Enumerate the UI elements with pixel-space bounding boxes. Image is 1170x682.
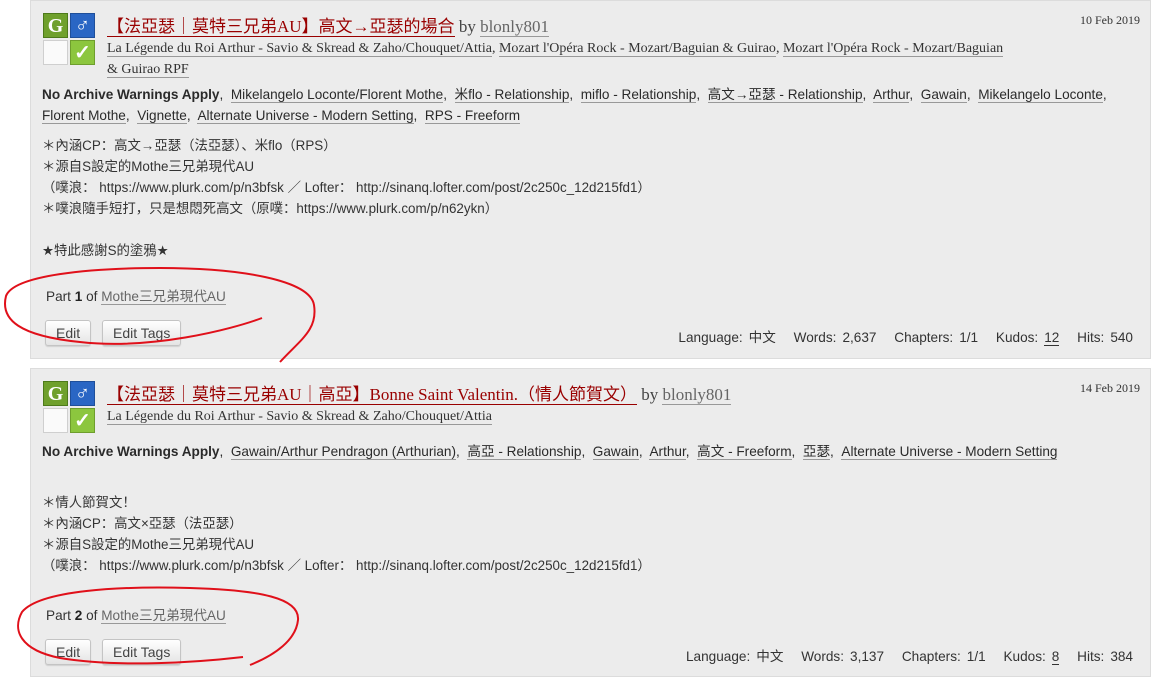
required-tags-icons: G ♂ ✓ [43, 381, 97, 435]
language-label: Language: [678, 330, 743, 345]
fandom-list: La Légende du Roi Arthur - Savio & Skrea… [107, 406, 1007, 427]
summary-line: （噗浪： https://www.plurk.com/p/n3bfsk ／ Lo… [42, 180, 651, 195]
complete-work-icon[interactable]: ✓ [70, 40, 95, 65]
warning-tag[interactable]: No Archive Warnings Apply [42, 444, 220, 459]
author-link[interactable]: blonly801 [480, 17, 550, 37]
summary-line: ★特此感謝S的塗鴉★ [42, 243, 169, 258]
complete-work-icon[interactable]: ✓ [70, 408, 95, 433]
summary-line: ＊內涵CP：高文→亞瑟（法亞瑟）、米flo（RPS） [42, 138, 337, 153]
work-stats: Language: 中文 Words: 2,637 Chapters: 1/1 Kud… [678, 326, 1133, 346]
relationship-tag[interactable]: 高文→亞瑟 - Relationship [707, 87, 863, 103]
kudos-link[interactable]: 12 [1044, 330, 1060, 346]
work-title-link[interactable]: 【法亞瑟｜莫特三兄弟AU｜高亞】Bonne Saint Valentin.（情人… [107, 385, 637, 405]
summary-line: （噗浪： https://www.plurk.com/p/n3bfsk ／ Lo… [42, 558, 651, 573]
fandom-link[interactable]: La Légende du Roi Arthur - Savio & Skrea… [107, 409, 492, 425]
chapters-label: Chapters: [894, 330, 954, 345]
chapters-label: Chapters: [901, 649, 961, 664]
series-link[interactable]: Mothe三兄弟現代AU [101, 608, 226, 624]
work-blurb-1: G ♂ ✓ 【法亞瑟｜莫特三兄弟AU】高文→亞瑟的場合 by blonly801… [30, 0, 1151, 359]
character-tag[interactable]: Florent Mothe [42, 108, 126, 124]
hits-value: 384 [1110, 649, 1133, 664]
relationship-tag[interactable]: 高亞 - Relationship [467, 444, 582, 460]
author-link[interactable]: blonly801 [662, 385, 732, 405]
character-tag[interactable]: Arthur [649, 444, 686, 460]
summary-line: ＊源自S設定的Mothe三兄弟現代AU [42, 537, 255, 552]
edit-tags-button[interactable]: Edit Tags [102, 639, 182, 665]
relationship-tag[interactable]: 米flo - Relationship [454, 87, 570, 103]
summary-line: ＊噗浪隨手短打，只是想悶死高文（原噗：https://www.plurk.com… [42, 201, 499, 216]
part-number: 1 [74, 289, 83, 304]
hits-label: Hits: [1077, 330, 1105, 345]
work-heading: 【法亞瑟｜莫特三兄弟AU】高文→亞瑟的場合 by blonly801 [107, 12, 550, 37]
category-mm-icon[interactable]: ♂ [70, 13, 95, 38]
language-value: 中文 [756, 649, 784, 664]
freeform-tag[interactable]: Vignette [137, 108, 187, 124]
kudos-label: Kudos: [1003, 649, 1046, 664]
words-value: 2,637 [842, 330, 877, 345]
words-label: Words: [801, 649, 845, 664]
fandom-link[interactable]: La Légende du Roi Arthur - Savio & Skrea… [107, 41, 492, 57]
character-tag[interactable]: Gawain [920, 87, 967, 103]
freeform-tag[interactable]: 亞瑟 [802, 444, 831, 460]
of-label: of [86, 289, 98, 304]
freeform-tag[interactable]: 高文 - Freeform [697, 444, 792, 460]
freeform-tag[interactable]: RPS - Freeform [424, 108, 521, 124]
work-heading: 【法亞瑟｜莫特三兄弟AU｜高亞】Bonne Saint Valentin.（情人… [107, 380, 732, 405]
words-value: 3,137 [850, 649, 885, 664]
work-date: 10 Feb 2019 [1080, 13, 1140, 27]
warning-tag[interactable]: No Archive Warnings Apply [42, 87, 220, 102]
language-label: Language: [685, 649, 751, 664]
series-info: Part 1 of Mothe三兄弟現代AU [46, 285, 226, 305]
work-date: 14 Feb 2019 [1080, 381, 1140, 395]
character-tag[interactable]: Mikelangelo Loconte [978, 87, 1103, 103]
tag-list: No Archive Warnings Apply, Gawain/Arthur… [42, 444, 1058, 460]
summary-line: ＊情人節賀文！ [42, 495, 136, 510]
series-link[interactable]: Mothe三兄弟現代AU [101, 289, 226, 305]
fandom-link[interactable]: Mozart l'Opéra Rock - Mozart/Baguian & G… [498, 41, 776, 57]
fandom-list: La Légende du Roi Arthur - Savio & Skrea… [107, 41, 1004, 78]
language-value: 中文 [748, 330, 776, 345]
summary-line: ＊內涵CP：高文×亞瑟（法亞瑟） [42, 516, 243, 531]
series-info: Part 2 of Mothe三兄弟現代AU [46, 604, 226, 624]
required-tags-icons: G ♂ ✓ [43, 13, 97, 67]
words-label: Words: [793, 330, 837, 345]
by-label: by [458, 17, 476, 36]
category-mm-icon[interactable]: ♂ [70, 381, 95, 406]
kudos-label: Kudos: [995, 330, 1039, 345]
kudos-link[interactable]: 8 [1051, 649, 1060, 665]
character-tag[interactable]: Arthur [873, 87, 910, 103]
summary-line [42, 219, 1132, 240]
work-summary: ＊情人節賀文！ ＊內涵CP：高文×亞瑟（法亞瑟） ＊源自S設定的Mothe三兄弟… [42, 492, 1132, 576]
relationship-tag[interactable]: Mikelangelo Loconte/Florent Mothe [230, 87, 444, 103]
chapters-value: 1/1 [959, 330, 979, 345]
part-label: Part [46, 289, 71, 304]
part-label: Part [46, 608, 71, 623]
freeform-tag[interactable]: Alternate Universe - Modern Setting [841, 444, 1058, 460]
freeform-tag[interactable]: Alternate Universe - Modern Setting [197, 108, 414, 124]
part-number: 2 [74, 608, 83, 623]
of-label: of [86, 608, 98, 623]
warning-none-icon[interactable] [43, 408, 68, 433]
hits-label: Hits: [1077, 649, 1105, 664]
work-title-link[interactable]: 【法亞瑟｜莫特三兄弟AU】高文→亞瑟的場合 [107, 17, 455, 37]
by-label: by [641, 385, 659, 404]
work-blurb-2: G ♂ ✓ 【法亞瑟｜莫特三兄弟AU｜高亞】Bonne Saint Valent… [30, 368, 1151, 677]
edit-button[interactable]: Edit [45, 320, 92, 346]
hits-value: 540 [1110, 330, 1133, 345]
character-tag[interactable]: Gawain [592, 444, 639, 460]
work-summary: ＊內涵CP：高文→亞瑟（法亞瑟）、米flo（RPS） ＊源自S設定的Mothe三… [42, 135, 1132, 261]
edit-tags-button[interactable]: Edit Tags [102, 320, 182, 346]
edit-button[interactable]: Edit [45, 639, 92, 665]
tag-list: No Archive Warnings Apply, Mikelangelo L… [42, 87, 1111, 124]
warning-none-icon[interactable] [43, 40, 68, 65]
relationship-tag[interactable]: Gawain/Arthur Pendragon (Arthurian) [230, 444, 457, 460]
work-stats: Language: 中文 Words: 3,137 Chapters: 1/1 Kud… [686, 645, 1133, 665]
rating-general-icon[interactable]: G [43, 381, 68, 406]
summary-line: ＊源自S設定的Mothe三兄弟現代AU [42, 159, 255, 174]
relationship-tag[interactable]: miflo - Relationship [580, 87, 697, 103]
rating-general-icon[interactable]: G [43, 13, 68, 38]
chapters-value: 1/1 [966, 649, 986, 664]
